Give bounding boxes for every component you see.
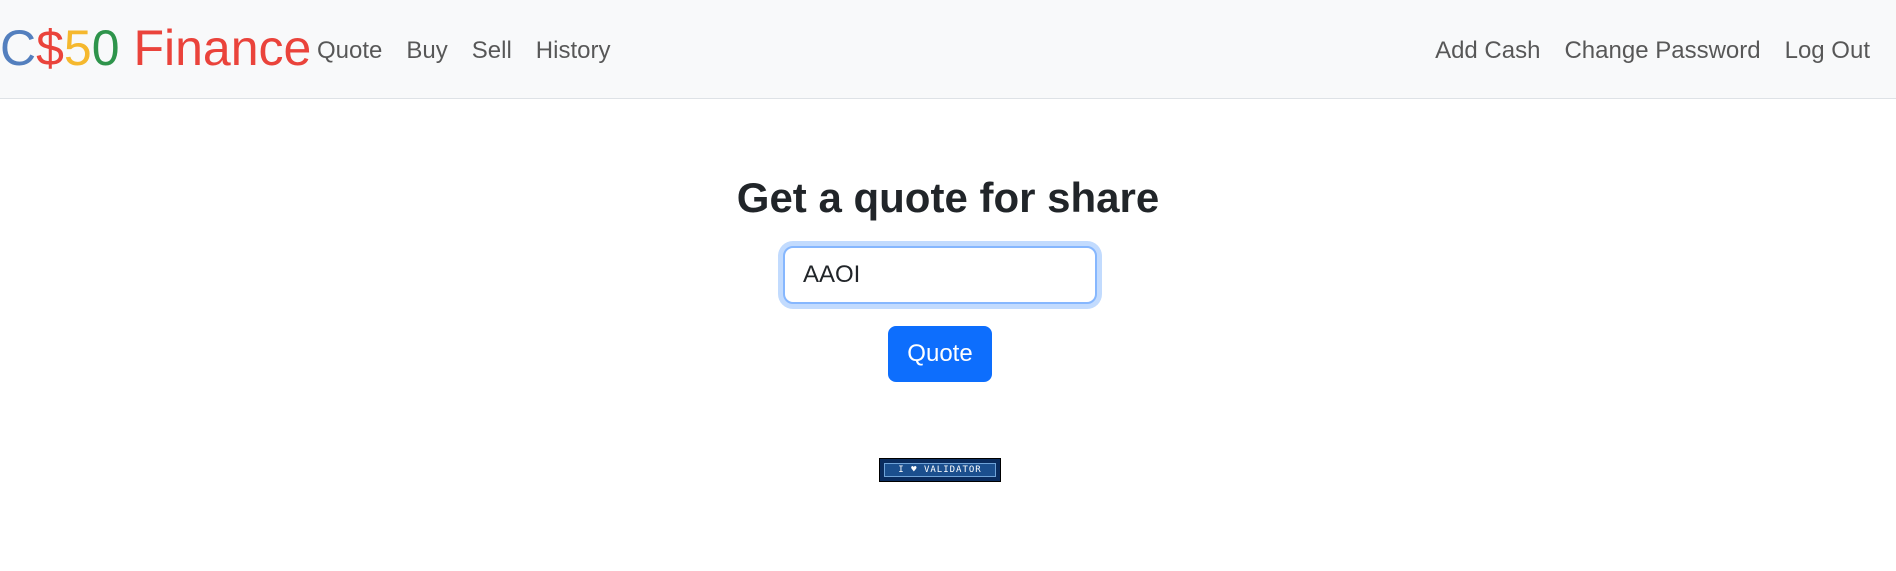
navbar: C$50 Finance Quote Buy Sell History Add … — [0, 0, 1896, 99]
validator-badge-text: I ♥ VALIDATOR — [884, 463, 996, 477]
nav-link-change-password[interactable]: Change Password — [1564, 36, 1760, 66]
brand-letter-c: C — [0, 20, 37, 76]
brand-letter-zero: 0 — [91, 20, 120, 76]
brand-word-finance: Finance — [119, 20, 312, 76]
nav-link-log-out[interactable]: Log Out — [1785, 36, 1870, 66]
brand-letter-five: 5 — [63, 20, 92, 76]
nav-link-sell[interactable]: Sell — [472, 36, 512, 66]
brand-logo[interactable]: C$50 Finance — [0, 18, 311, 78]
nav-link-history[interactable]: History — [536, 36, 611, 66]
nav-link-quote[interactable]: Quote — [317, 36, 382, 66]
quote-button[interactable]: Quote — [888, 326, 992, 382]
symbol-input[interactable] — [783, 246, 1097, 304]
validator-badge[interactable]: I ♥ VALIDATOR — [879, 458, 1001, 482]
brand-letter-dollar: $ — [36, 20, 64, 76]
nav-link-buy[interactable]: Buy — [406, 36, 447, 66]
nav-link-add-cash[interactable]: Add Cash — [1435, 36, 1540, 66]
nav-left: Quote Buy Sell History — [317, 36, 634, 66]
page-title: Get a quote for share — [736, 174, 1160, 221]
nav-right: Add Cash Change Password Log Out — [1411, 36, 1870, 66]
